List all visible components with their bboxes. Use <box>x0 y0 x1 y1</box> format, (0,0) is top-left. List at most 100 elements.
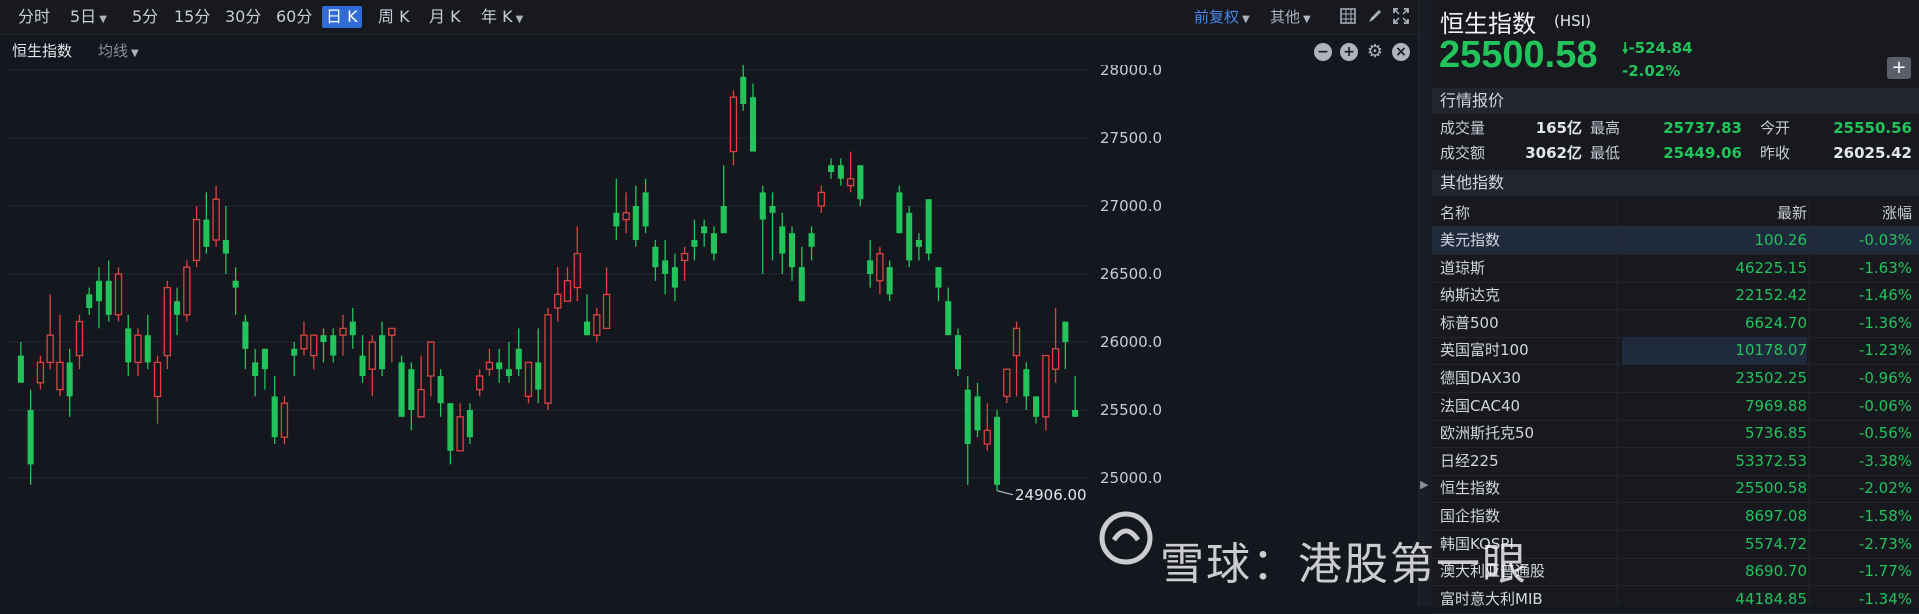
ma-dropdown[interactable]: 均线 ▼ <box>98 40 139 61</box>
candle[interactable] <box>242 314 249 370</box>
candle[interactable] <box>261 348 268 390</box>
candle[interactable] <box>466 403 473 444</box>
period-tab-fenshi[interactable]: 分时 <box>14 6 54 28</box>
candle[interactable] <box>613 178 620 240</box>
draw-pen-icon[interactable] <box>1366 8 1384 26</box>
period-tab-year-k[interactable]: 年 K ▼ <box>477 6 527 28</box>
candle[interactable] <box>925 199 932 261</box>
candle[interactable] <box>779 212 786 274</box>
close-icon[interactable]: × <box>1392 43 1410 61</box>
candle[interactable] <box>515 328 522 376</box>
candle[interactable] <box>798 246 805 302</box>
candle[interactable] <box>183 260 191 322</box>
candle[interactable] <box>153 355 162 424</box>
period-tab-day-k[interactable]: 日 K <box>322 6 362 28</box>
period-tab-5day[interactable]: 5日 ▼ <box>66 6 111 28</box>
candle[interactable] <box>593 308 601 342</box>
candle[interactable] <box>867 240 874 288</box>
candle[interactable] <box>964 376 971 485</box>
candle[interactable] <box>368 335 376 397</box>
candle[interactable] <box>1023 362 1030 410</box>
period-tab-week-k[interactable]: 周 K <box>374 6 414 28</box>
candle[interactable] <box>496 348 503 383</box>
table-row[interactable]: 欧洲斯托克50 5736.85 -0.56% <box>1432 420 1919 449</box>
candle[interactable] <box>291 342 298 376</box>
candle[interactable] <box>544 308 552 410</box>
table-row[interactable]: 道琼斯 46225.15 -1.63% <box>1432 255 1919 283</box>
collapse-arrow-icon[interactable]: ▶ <box>1420 478 1430 498</box>
candle[interactable] <box>46 294 54 370</box>
candle[interactable] <box>163 280 171 370</box>
candle[interactable] <box>271 376 278 444</box>
candle[interactable] <box>935 267 942 302</box>
candle[interactable] <box>1003 368 1011 404</box>
table-row[interactable]: 英国富时100 10178.07 -1.23% <box>1432 337 1919 366</box>
candle[interactable] <box>602 267 611 330</box>
candle[interactable] <box>56 314 64 397</box>
zoom-in-icon[interactable]: + <box>1340 43 1358 61</box>
candle[interactable] <box>134 328 142 376</box>
candle[interactable] <box>1072 376 1079 417</box>
candle[interactable] <box>388 327 396 363</box>
candle[interactable] <box>906 206 913 268</box>
candle[interactable] <box>701 219 708 247</box>
candle[interactable] <box>17 342 24 383</box>
candle[interactable] <box>475 369 484 397</box>
candle[interactable] <box>1062 321 1069 370</box>
candle[interactable] <box>144 314 151 370</box>
candle[interactable] <box>485 348 494 376</box>
candle[interactable] <box>808 226 815 261</box>
period-tab-60min[interactable]: 60分 <box>272 6 316 28</box>
candle[interactable] <box>66 348 73 417</box>
candle[interactable] <box>417 355 425 418</box>
table-row[interactable]: 恒生指数 25500.58 -2.02% <box>1432 475 1919 504</box>
candle[interactable] <box>837 158 844 186</box>
candle[interactable] <box>300 321 308 356</box>
candle[interactable] <box>680 246 689 281</box>
candle[interactable] <box>642 178 649 234</box>
candle[interactable] <box>1033 396 1040 424</box>
candle[interactable] <box>535 328 542 404</box>
candle[interactable] <box>252 348 259 397</box>
candle[interactable] <box>740 65 747 111</box>
candle[interactable] <box>994 410 1001 491</box>
candle[interactable] <box>524 361 533 404</box>
period-tab-15min[interactable]: 15分 <box>170 6 214 28</box>
candle[interactable] <box>36 355 45 390</box>
candlestick-chart[interactable]: 28000.0 27500.0 27000.0 26500.0 26000.0 25500… <box>0 65 1418 606</box>
candle[interactable] <box>505 342 512 383</box>
candle[interactable] <box>691 219 698 261</box>
candle[interactable] <box>896 185 903 234</box>
candle[interactable] <box>632 185 639 247</box>
candle[interactable] <box>427 341 435 397</box>
table-row[interactable]: 德国DAX30 23502.25 -0.96% <box>1432 365 1919 393</box>
candle[interactable] <box>95 267 102 329</box>
candle[interactable] <box>222 206 229 274</box>
table-row[interactable]: 日经225 53372.53 -3.38% <box>1432 448 1919 476</box>
candle[interactable] <box>408 362 415 431</box>
candle[interactable] <box>759 185 766 274</box>
candle[interactable] <box>954 328 962 376</box>
candle[interactable] <box>398 355 405 417</box>
candle[interactable] <box>769 192 776 261</box>
candle[interactable] <box>652 240 659 281</box>
candle[interactable] <box>212 185 220 247</box>
candle[interactable] <box>671 253 678 302</box>
candle[interactable] <box>817 185 825 213</box>
period-tab-month-k[interactable]: 月 K <box>425 6 465 28</box>
candle[interactable] <box>447 403 454 465</box>
candle[interactable] <box>563 267 572 302</box>
candle[interactable] <box>828 158 835 179</box>
candle[interactable] <box>1042 354 1050 431</box>
candle[interactable] <box>330 328 337 363</box>
candle[interactable] <box>729 90 738 166</box>
candle[interactable] <box>945 287 952 336</box>
table-row[interactable]: 标普500 6624.70 -1.36% <box>1432 310 1919 338</box>
candle[interactable] <box>125 314 132 376</box>
candle[interactable] <box>379 321 386 376</box>
adjust-dropdown[interactable]: 前复权 ▼ <box>1194 6 1250 28</box>
candle[interactable] <box>280 396 289 444</box>
candle[interactable] <box>192 206 201 268</box>
candle[interactable] <box>86 287 93 315</box>
candle[interactable] <box>876 246 884 295</box>
